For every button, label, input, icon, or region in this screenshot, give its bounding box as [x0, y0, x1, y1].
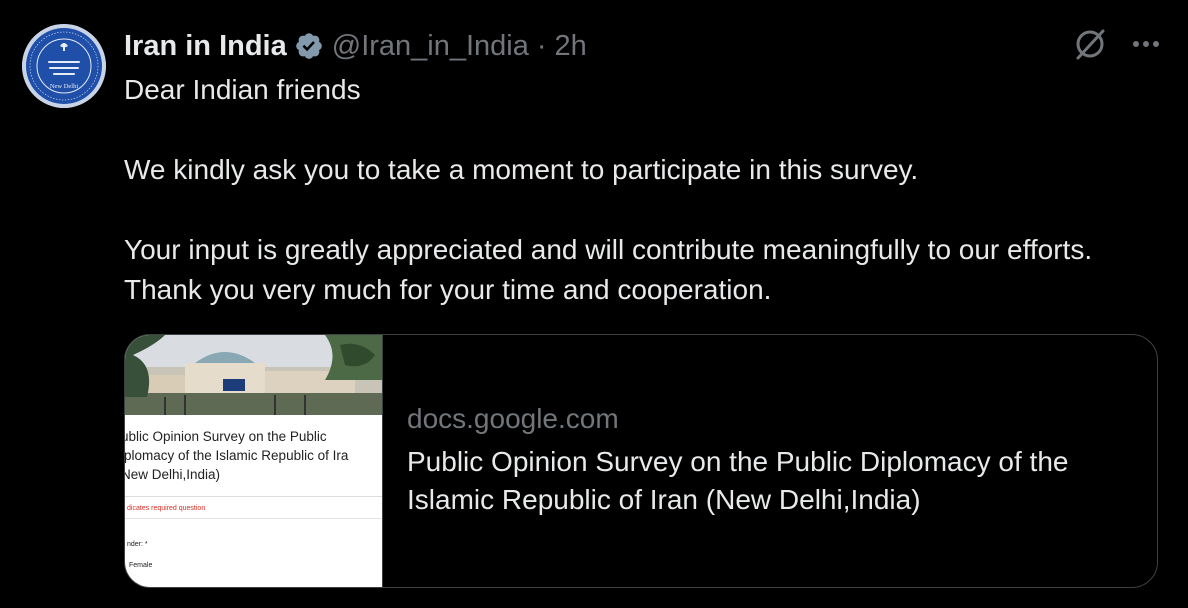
link-preview-card[interactable]: ublic Opinion Survey on the Public iplom…: [124, 334, 1158, 588]
author-handle[interactable]: @Iran_in_India: [332, 30, 529, 63]
author-display-name[interactable]: Iran in India: [124, 30, 287, 63]
grok-icon[interactable]: [1072, 26, 1108, 67]
timestamp[interactable]: 2h: [555, 30, 587, 63]
tweet-header: Iran in India @Iran_in_India · 2h: [124, 26, 587, 66]
tweet-text-greeting: Dear Indian friends: [124, 74, 361, 105]
tweet[interactable]: New Delhi Iran in India @Iran_in_India ·…: [0, 0, 1188, 608]
tweet-text-request: We kindly ask you to take a moment to pa…: [124, 154, 919, 185]
more-icon[interactable]: [1130, 36, 1162, 57]
form-preview-required-note: dicates required question: [127, 505, 206, 512]
avatar-caption: New Delhi: [50, 83, 79, 90]
card-title[interactable]: Public Opinion Survey on the Public Dipl…: [407, 443, 1137, 519]
embassy-seal-icon: New Delhi: [22, 24, 106, 108]
tweet-text: Dear Indian friends We kindly ask you to…: [124, 70, 1144, 310]
separator-dot: ·: [536, 29, 547, 62]
card-thumbnail[interactable]: ublic Opinion Survey on the Public iplom…: [125, 335, 383, 587]
form-preview: ublic Opinion Survey on the Public iplom…: [125, 427, 382, 569]
embassy-building-photo: [125, 335, 382, 415]
card-info[interactable]: docs.google.com Public Opinion Survey on…: [407, 401, 1137, 519]
form-preview-question: nder: *: [127, 541, 148, 548]
card-domain: docs.google.com: [407, 403, 619, 434]
tweet-text-thanks: Your input is greatly appreciated and wi…: [124, 234, 1093, 305]
verified-badge-icon[interactable]: [294, 31, 324, 61]
form-preview-title: ublic Opinion Survey on the Public iplom…: [125, 429, 349, 482]
avatar[interactable]: New Delhi: [22, 24, 106, 108]
tweet-actions-top: [1072, 26, 1162, 67]
form-preview-option: Female: [129, 562, 153, 569]
